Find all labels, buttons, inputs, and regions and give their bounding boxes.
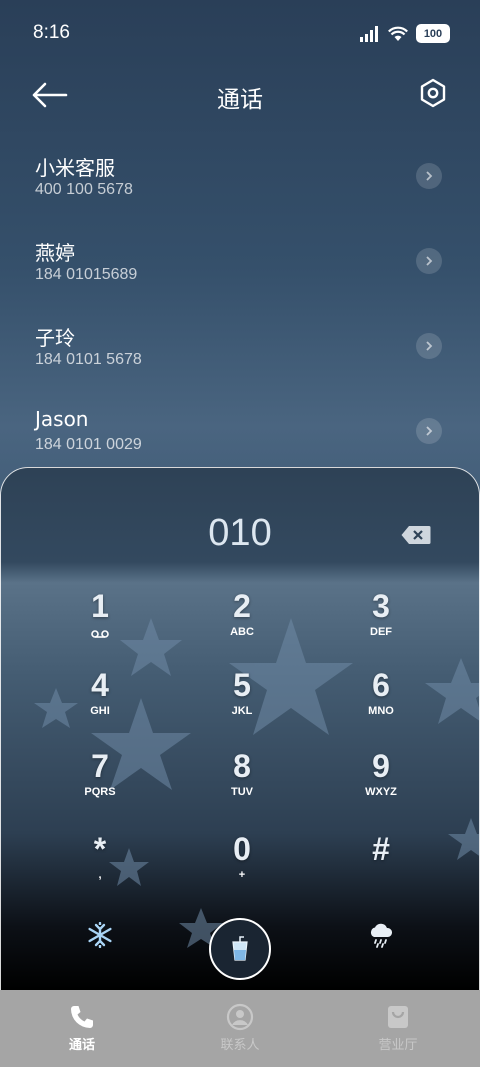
contact-item[interactable]: 燕婷 184 01015689: [0, 225, 480, 310]
status-icons: 100: [360, 24, 450, 43]
dialer-action-row: [1, 916, 479, 986]
tab-service-hall[interactable]: 营业厅: [318, 990, 478, 1067]
dial-key-hash[interactable]: #: [321, 831, 441, 901]
settings-icon[interactable]: [418, 78, 448, 108]
tab-calls-label: 通话: [68, 1038, 95, 1053]
chevron-right-icon[interactable]: [416, 333, 442, 359]
signal-icon: [360, 25, 378, 42]
chevron-right-icon[interactable]: [416, 418, 442, 444]
dial-key-3[interactable]: 3 DEF: [321, 588, 441, 658]
contact-name: 燕婷: [35, 241, 75, 265]
dialer-panel: 010 1 2 ABC 3 DEF 4 GHI 5 JKL 6 MNO 7 PQ…: [0, 467, 480, 990]
chevron-right-icon[interactable]: [416, 163, 442, 189]
dial-key-7[interactable]: 7 PQRS: [40, 748, 160, 818]
dial-key-9[interactable]: 9 WXYZ: [321, 748, 441, 818]
contact-number: 184 0101 5678: [35, 351, 142, 368]
tab-contacts[interactable]: 联系人: [160, 990, 320, 1067]
contact-number: 184 0101 0029: [35, 436, 142, 453]
rain-cloud-icon[interactable]: [368, 922, 394, 948]
contact-number: 184 01015689: [35, 266, 138, 283]
page-title: 通话: [217, 87, 263, 113]
status-bar: 8:16 100: [0, 0, 480, 68]
contact-name: 子玲: [35, 326, 75, 350]
dial-key-1[interactable]: 1: [40, 588, 160, 658]
contact-item[interactable]: 小米客服 400 100 5678: [0, 140, 480, 225]
person-icon: [226, 1003, 254, 1031]
tab-contacts-label: 联系人: [220, 1038, 260, 1053]
store-bag-icon: [388, 1006, 408, 1028]
chevron-right-icon[interactable]: [416, 248, 442, 274]
dial-key-8[interactable]: 8 TUV: [182, 748, 302, 818]
tab-service-hall-label: 营业厅: [378, 1038, 418, 1053]
bottom-tab-bar: 通话 联系人 营业厅: [0, 990, 480, 1067]
cup-icon: [232, 936, 248, 961]
battery-icon: 100: [416, 24, 450, 43]
voicemail-icon: [91, 630, 109, 638]
wifi-icon: [388, 26, 408, 41]
status-time: 8:16: [33, 22, 70, 43]
dial-key-star[interactable]: * ,: [40, 831, 160, 901]
phone-icon: [71, 1006, 93, 1028]
dial-key-5[interactable]: 5 JKL: [182, 667, 302, 737]
header: 通话: [0, 68, 480, 124]
contact-number: 400 100 5678: [35, 181, 133, 198]
dial-key-6[interactable]: 6 MNO: [321, 667, 441, 737]
contact-name: 小米客服: [35, 156, 115, 180]
dial-key-2[interactable]: 2 ABC: [182, 588, 302, 658]
recent-contacts-list: 小米客服 400 100 5678 燕婷 184 01015689 子玲 184…: [0, 140, 480, 480]
tab-calls[interactable]: 通话: [2, 990, 162, 1067]
call-button[interactable]: [209, 918, 271, 980]
backspace-icon[interactable]: [401, 525, 431, 545]
contact-item[interactable]: 子玲 184 0101 5678: [0, 310, 480, 395]
dial-key-4[interactable]: 4 GHI: [40, 667, 160, 737]
contact-name: Jason: [35, 407, 89, 431]
dial-key-0[interactable]: 0 +: [182, 831, 302, 901]
snowflake-icon[interactable]: [87, 922, 113, 948]
